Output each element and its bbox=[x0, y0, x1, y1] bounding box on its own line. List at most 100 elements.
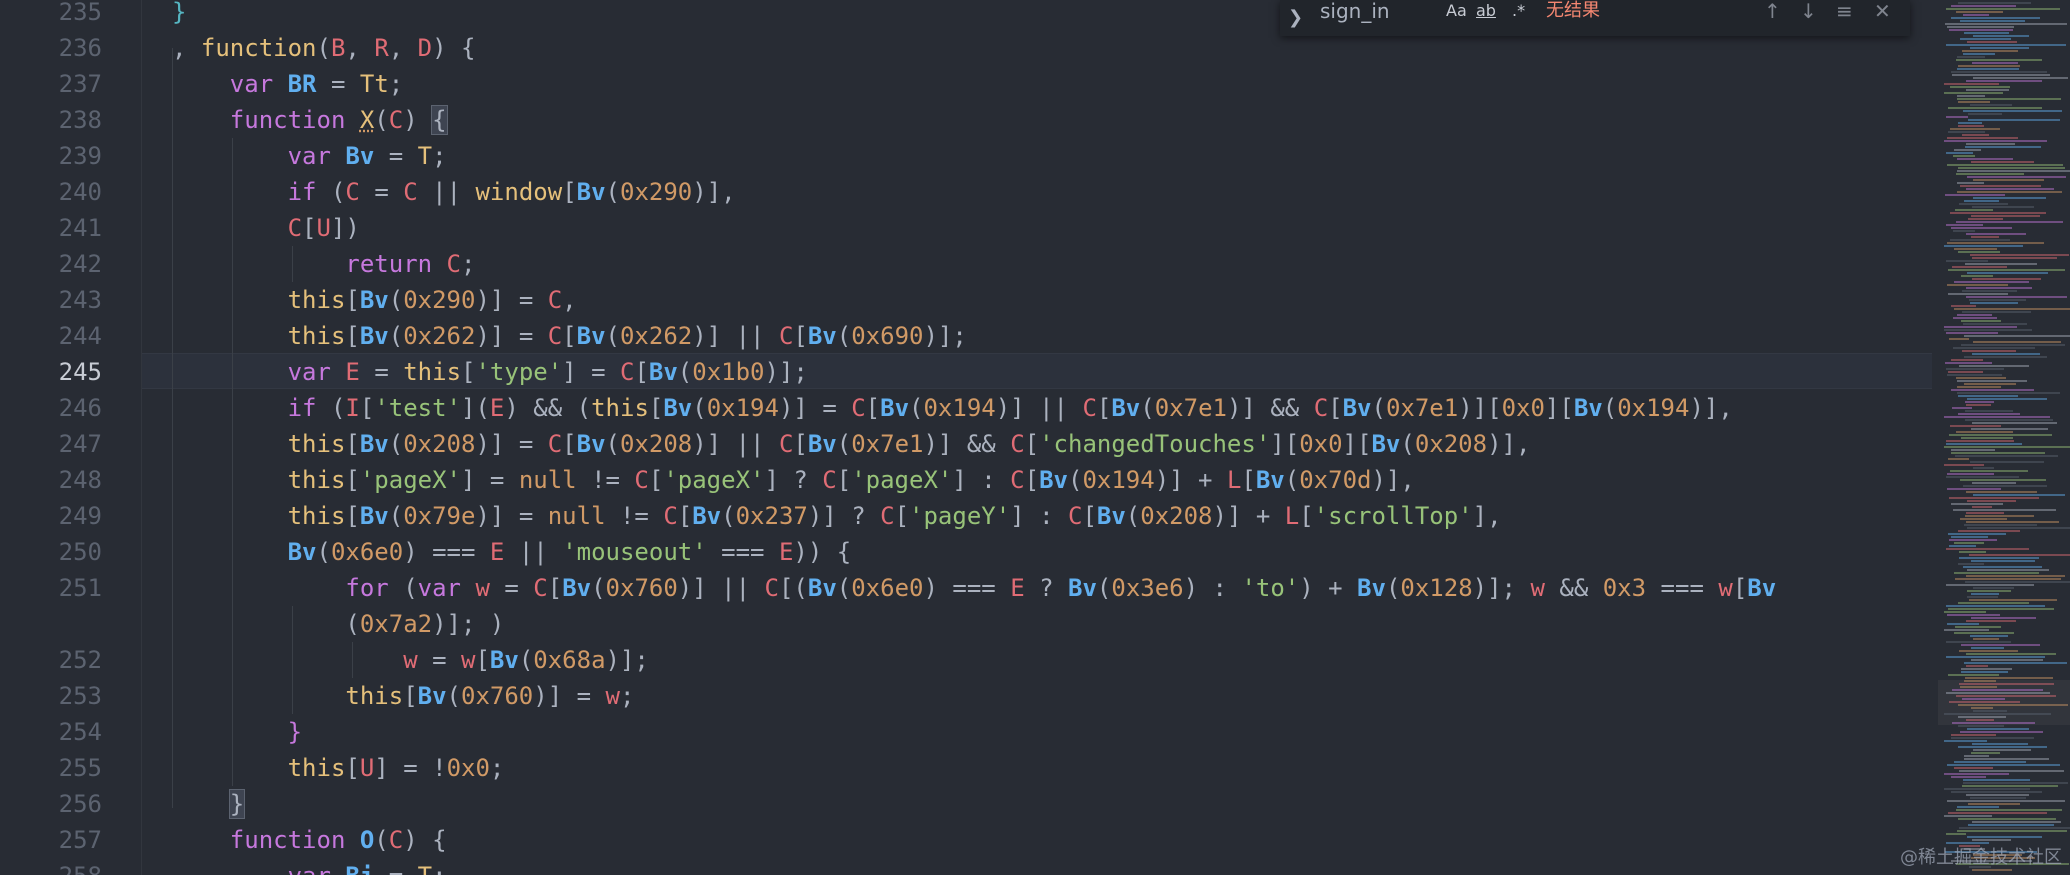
code-line[interactable]: this[Bv(0x208)] = C[Bv(0x208)] || C[Bv(0… bbox=[172, 426, 1531, 462]
code-line[interactable]: C[U]) bbox=[172, 210, 360, 246]
code-line-wrapped[interactable]: (0x7a2)]; ) bbox=[172, 606, 504, 642]
regex-toggle[interactable]: .* bbox=[1512, 0, 1525, 22]
code-line[interactable]: var BR = Tt; bbox=[172, 66, 403, 102]
minimap-line bbox=[1958, 725, 2004, 727]
minimap-line bbox=[1962, 311, 2031, 313]
minimap-line bbox=[1970, 254, 2069, 256]
minimap-line bbox=[1967, 398, 2047, 400]
minimap-line bbox=[1946, 440, 2014, 442]
code-line[interactable]: function O(C) { bbox=[172, 822, 447, 858]
match-case-toggle[interactable]: Aa bbox=[1446, 0, 1467, 22]
minimap-line bbox=[1958, 746, 2047, 748]
minimap-line bbox=[1959, 551, 1986, 553]
minimap-line bbox=[1959, 365, 2029, 367]
minimap-line bbox=[1966, 287, 2032, 289]
code-line[interactable]: function X(C) { bbox=[172, 102, 448, 138]
minimap-line bbox=[1944, 245, 2023, 247]
code-line[interactable]: if (C = C || window[Bv(0x290)], bbox=[172, 174, 736, 210]
minimap-line bbox=[1951, 734, 1996, 736]
chevron-right-icon[interactable]: ❯ bbox=[1288, 0, 1303, 36]
minimap-line bbox=[1966, 80, 2042, 82]
whole-word-toggle[interactable]: ab bbox=[1476, 0, 1496, 22]
minimap-line bbox=[1966, 296, 2067, 298]
minimap-line bbox=[1946, 44, 2066, 46]
minimap-line bbox=[1946, 548, 2029, 550]
code-line[interactable]: w = w[Bv(0x68a)]; bbox=[172, 642, 649, 678]
minimap-line bbox=[1967, 41, 2017, 43]
line-number: 243 bbox=[58, 286, 102, 314]
minimap-line bbox=[1956, 59, 2042, 61]
code-line[interactable]: this[Bv(0x262)] = C[Bv(0x262)] || C[Bv(0… bbox=[172, 318, 967, 354]
minimap-line bbox=[1944, 788, 2030, 790]
find-in-selection-icon[interactable]: ≡ bbox=[1836, 0, 1853, 22]
minimap-line bbox=[1947, 137, 2018, 139]
minimap-line bbox=[1944, 713, 2051, 715]
minimap-line bbox=[1965, 410, 2013, 412]
minimap-line bbox=[1957, 98, 2061, 100]
minimap-line bbox=[1972, 482, 2016, 484]
line-number: 251 bbox=[58, 574, 102, 602]
minimap-line bbox=[1956, 221, 2063, 223]
minimap-line bbox=[1970, 797, 2026, 799]
minimap-line bbox=[1972, 206, 2034, 208]
minimap-line bbox=[1960, 686, 1997, 688]
line-number: 237 bbox=[58, 70, 102, 98]
code-line[interactable]: var Bv = T; bbox=[172, 138, 447, 174]
close-icon[interactable]: ✕ bbox=[1874, 0, 1891, 22]
minimap-line bbox=[1973, 341, 2061, 343]
minimap-line bbox=[1971, 707, 1993, 709]
code-line[interactable]: this[Bv(0x290)] = C, bbox=[172, 282, 577, 318]
minimap-line bbox=[1951, 776, 1986, 778]
line-number: 252 bbox=[58, 646, 102, 674]
minimap-line bbox=[1971, 617, 2036, 619]
code-line[interactable]: return C; bbox=[172, 246, 475, 282]
minimap-line bbox=[1954, 542, 1984, 544]
minimap-line bbox=[1961, 437, 2013, 439]
code-line[interactable]: this['pageX'] = null != C['pageX'] ? C['… bbox=[172, 462, 1415, 498]
code-line[interactable]: } bbox=[172, 786, 246, 822]
minimap-line bbox=[1947, 473, 1994, 475]
code-line-active[interactable]: var E = this['type'] = C[Bv(0x1b0)]; bbox=[172, 354, 808, 390]
code-line[interactable]: this[U] = !0x0; bbox=[172, 750, 505, 786]
minimap-line bbox=[1946, 224, 1983, 226]
minimap-line bbox=[1948, 812, 2047, 814]
minimap-line bbox=[1962, 290, 2017, 292]
code-editor[interactable]: 235 236 237 238 239 240 241 242 243 244 … bbox=[0, 0, 1938, 875]
minimap-line bbox=[1951, 5, 2016, 7]
minimap-line bbox=[1957, 386, 2001, 388]
line-number: 256 bbox=[58, 790, 102, 818]
code-line[interactable]: } bbox=[172, 714, 302, 750]
code-line[interactable]: } bbox=[172, 0, 186, 30]
minimap-line bbox=[1972, 869, 2012, 871]
minimap-line bbox=[1948, 674, 1999, 676]
minimap-line bbox=[1948, 269, 2065, 271]
minimap-line bbox=[1966, 653, 2056, 655]
code-line[interactable]: var Bi = T; bbox=[172, 858, 447, 875]
minimap-line bbox=[1973, 494, 2065, 496]
minimap-line bbox=[1960, 185, 2041, 187]
arrow-up-icon[interactable]: ↑ bbox=[1764, 0, 1781, 22]
code-line[interactable]: for (var w = C[Bv(0x760)] || C[(Bv(0x6e0… bbox=[172, 570, 1776, 606]
minimap-line bbox=[1971, 428, 2048, 430]
code-line[interactable]: this[Bv(0x79e)] = null != C[Bv(0x237)] ?… bbox=[172, 498, 1502, 534]
minimap-line bbox=[1948, 608, 2054, 610]
minimap-line bbox=[1951, 227, 2012, 229]
minimap-line bbox=[1966, 89, 2009, 91]
search-input[interactable]: sign_in bbox=[1320, 0, 1390, 36]
code-line[interactable]: , function(B, R, D) { bbox=[172, 30, 475, 66]
code-line[interactable]: if (I['test'](E) && (this[Bv(0x194)] = C… bbox=[172, 390, 1733, 426]
line-number: 240 bbox=[58, 178, 102, 206]
find-widget[interactable]: ❯ sign_in Aa ab .* 无结果 ↑ ↓ ≡ ✕ bbox=[1280, 0, 1910, 36]
minimap[interactable] bbox=[1938, 0, 2070, 875]
minimap-line bbox=[1973, 638, 1999, 640]
code-line[interactable]: Bv(0x6e0) === E || 'mouseout' === E)) { bbox=[172, 534, 852, 570]
line-number: 239 bbox=[58, 142, 102, 170]
minimap-line bbox=[1965, 581, 2070, 583]
minimap-line bbox=[1972, 62, 2018, 64]
minimap-line bbox=[1946, 260, 1988, 262]
minimap-line bbox=[1960, 20, 2025, 22]
code-line[interactable]: this[Bv(0x760)] = w; bbox=[172, 678, 634, 714]
minimap-line bbox=[1961, 275, 1993, 277]
arrow-down-icon[interactable]: ↓ bbox=[1800, 0, 1817, 22]
minimap-line bbox=[1956, 377, 2006, 379]
